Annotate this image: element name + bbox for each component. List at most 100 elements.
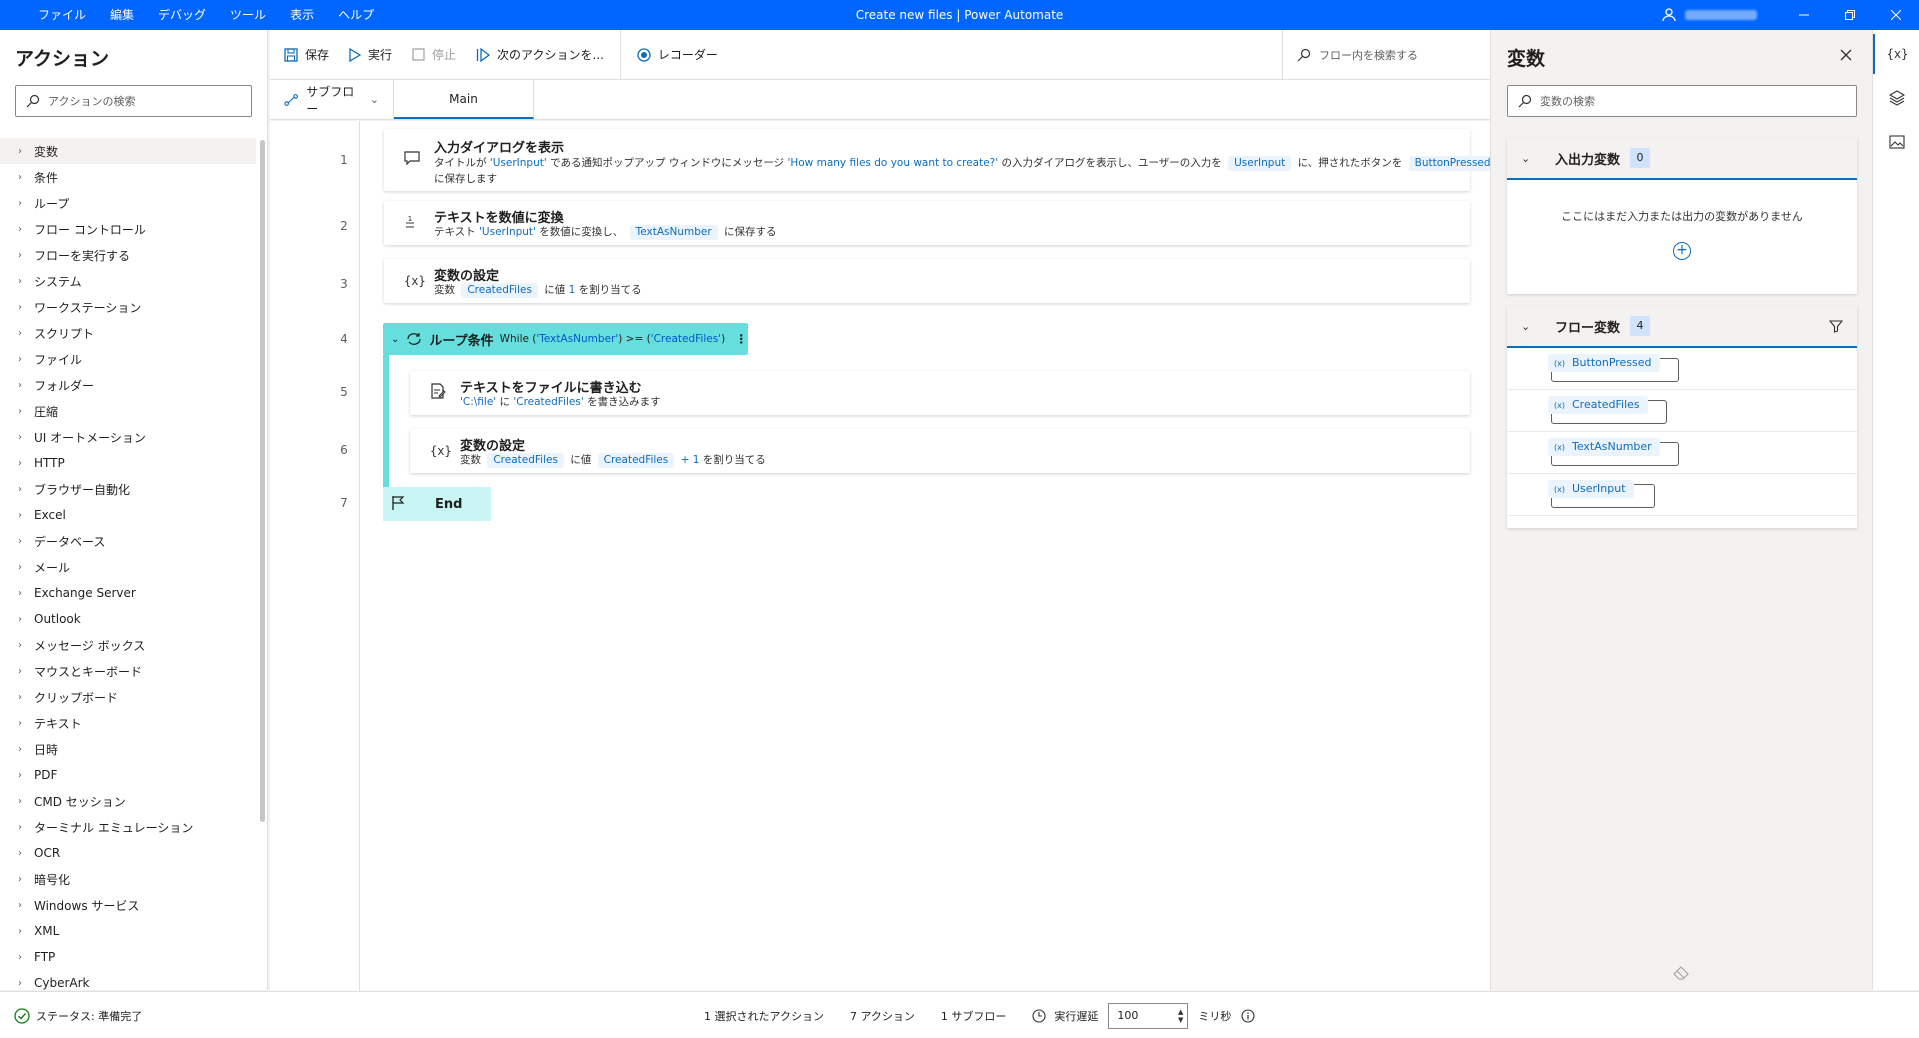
spinner-arrows-icon[interactable]: ▲ ▼: [1178, 1008, 1183, 1024]
number-convert-icon: 1: [404, 213, 416, 233]
action-category-item[interactable]: › データベース: [0, 528, 256, 554]
variable-chip: (x) TextAsNumber: [1548, 438, 1660, 456]
loop-end-block[interactable]: End: [383, 487, 491, 521]
loop-condition-block[interactable]: ⌄ ループ条件 While ('TextAsNumber') >= ('Crea…: [383, 323, 748, 355]
menu-file[interactable]: ファイル: [26, 0, 98, 30]
action-category-label: FTP: [34, 950, 56, 964]
restore-button[interactable]: [1827, 0, 1873, 30]
menu-debug[interactable]: デバッグ: [146, 0, 218, 30]
action-category-item[interactable]: › ファイル: [0, 346, 256, 372]
action-category-item[interactable]: › フォルダー: [0, 372, 256, 398]
action-category-item[interactable]: › Excel: [0, 502, 256, 528]
action-category-item[interactable]: › OCR: [0, 840, 256, 866]
close-window-button[interactable]: [1873, 0, 1919, 30]
subflow-dropdown[interactable]: サブフロー ⌄: [270, 80, 394, 119]
subflow-tabs: サブフロー ⌄ Main: [270, 80, 1490, 120]
action-category-item[interactable]: › システム: [0, 268, 256, 294]
close-variables-button[interactable]: [1840, 46, 1852, 65]
action-category-item[interactable]: › ブラウザー自動化: [0, 476, 256, 502]
flow-variables-header[interactable]: ⌄ フロー変数 4: [1507, 306, 1857, 348]
flow-designer-canvas: 1 2 3 4 5 6 7 入力ダイアログを表示 タイトルが 'UserInpu…: [270, 121, 1497, 991]
variable-pill[interactable]: (x) ButtonPressed: [1548, 354, 1679, 382]
images-strip-button[interactable]: [1873, 122, 1919, 162]
add-io-variable-button[interactable]: +: [1673, 242, 1691, 260]
action-category-item[interactable]: › クリップボード: [0, 684, 256, 710]
action-category-item[interactable]: › PDF: [0, 762, 256, 788]
action-category-item[interactable]: › HTTP: [0, 450, 256, 476]
action-category-item[interactable]: › フローを実行する: [0, 242, 256, 268]
variable-chip: (x) CreatedFiles: [1548, 396, 1648, 414]
flow-variable-row[interactable]: (x) TextAsNumber: [1507, 432, 1857, 474]
action-category-item[interactable]: › 暗号化: [0, 866, 256, 892]
run-delay-input[interactable]: 100 ▲ ▼: [1108, 1002, 1189, 1029]
actions-search-input[interactable]: [48, 94, 251, 108]
variable-chip: CreatedFiles: [597, 453, 675, 468]
menu-tools[interactable]: ツール: [218, 0, 278, 30]
chevron-right-icon: ›: [18, 301, 22, 313]
desc-text: ) >= (: [618, 333, 651, 345]
chevron-right-icon: ›: [18, 405, 22, 417]
recorder-button[interactable]: レコーダー: [627, 30, 728, 79]
variable-chip: CreatedFiles: [487, 453, 564, 468]
action-set-variable[interactable]: {x} 変数の設定 変数 CreatedFiles に値 CreatedFile…: [410, 429, 1470, 473]
variable-pill[interactable]: (x) UserInput: [1548, 480, 1655, 508]
account[interactable]: [1661, 7, 1757, 23]
save-button[interactable]: 保存: [270, 30, 339, 79]
variables-strip-button[interactable]: {x}: [1873, 34, 1919, 74]
actions-scrollbar[interactable]: [260, 140, 265, 822]
action-category-item[interactable]: › メッセージ ボックス: [0, 632, 256, 658]
action-convert-text-to-number[interactable]: 1 テキストを数値に変換 テキスト 'UserInput' を数値に変換し、 T…: [384, 201, 1470, 245]
chevron-down-icon: ⌄: [1521, 319, 1531, 333]
action-category-item[interactable]: › CMD セッション: [0, 788, 256, 814]
flow-variable-row[interactable]: (x) CreatedFiles: [1507, 390, 1857, 432]
action-category-item[interactable]: › マウスとキーボード: [0, 658, 256, 684]
run-button[interactable]: 実行: [339, 30, 402, 79]
chevron-down-icon[interactable]: ⌄: [391, 334, 399, 345]
action-category-item[interactable]: › テキスト: [0, 710, 256, 736]
filter-icon[interactable]: [1829, 319, 1843, 333]
flow-search[interactable]: フロー内を検索する: [1282, 30, 1490, 80]
action-category-item[interactable]: › フロー コントロール: [0, 216, 256, 242]
io-variables-header[interactable]: ⌄ 入出力変数 0: [1507, 138, 1857, 180]
chevron-right-icon: ›: [18, 483, 22, 495]
ui-elements-strip-button[interactable]: [1873, 78, 1919, 118]
flow-variable-row[interactable]: (x) UserInput: [1507, 474, 1857, 516]
actions-search[interactable]: [15, 85, 252, 117]
action-write-text-to-file[interactable]: テキストをファイルに書き込む 'C:\file' に 'CreatedFiles…: [410, 371, 1470, 415]
tab-main[interactable]: Main: [394, 80, 534, 119]
minimize-button[interactable]: [1781, 0, 1827, 30]
action-category-item[interactable]: › 圧縮: [0, 398, 256, 424]
action-category-item[interactable]: › XML: [0, 918, 256, 944]
more-options-icon[interactable]: ⋮: [735, 332, 747, 346]
action-category-item[interactable]: › Outlook: [0, 606, 256, 632]
action-category-item[interactable]: › ワークステーション: [0, 294, 256, 320]
subflow-icon: [284, 93, 298, 106]
action-category-item[interactable]: › Windows サービス: [0, 892, 256, 918]
action-set-variable[interactable]: {x} 変数の設定 変数 CreatedFiles に値 1 を割り当てる: [384, 259, 1470, 303]
menu-edit[interactable]: 編集: [98, 0, 146, 30]
action-category-item[interactable]: › スクリプト: [0, 320, 256, 346]
variables-search[interactable]: [1507, 85, 1857, 117]
action-category-item[interactable]: › ターミナル エミュレーション: [0, 814, 256, 840]
menu-help[interactable]: ヘルプ: [326, 0, 386, 30]
action-category-item[interactable]: › 日時: [0, 736, 256, 762]
action-category-label: 暗号化: [34, 872, 71, 887]
variable-pill[interactable]: (x) CreatedFiles: [1548, 396, 1667, 424]
action-category-item[interactable]: › メール: [0, 554, 256, 580]
variables-search-input[interactable]: [1540, 94, 1856, 108]
action-category-item[interactable]: › FTP: [0, 944, 256, 970]
eraser-icon[interactable]: [1673, 966, 1689, 980]
flow-variable-row[interactable]: (x) ButtonPressed: [1507, 348, 1857, 390]
menu-view[interactable]: 表示: [278, 0, 326, 30]
variable-pill[interactable]: (x) TextAsNumber: [1548, 438, 1679, 466]
action-category-item[interactable]: › UI オートメーション: [0, 424, 256, 450]
action-category-item[interactable]: › Exchange Server: [0, 580, 256, 606]
action-category-item[interactable]: › 変数: [0, 138, 256, 164]
action-category-item[interactable]: › ループ: [0, 190, 256, 216]
chevron-right-icon: ›: [18, 795, 22, 807]
info-icon[interactable]: [1241, 1008, 1255, 1023]
action-display-input-dialog[interactable]: 入力ダイアログを表示 タイトルが 'UserInput' である通知ポップアップ…: [384, 129, 1497, 191]
stop-button[interactable]: 停止: [402, 30, 466, 79]
run-next-action-button[interactable]: 次のアクションを...: [466, 30, 614, 79]
action-category-item[interactable]: › 条件: [0, 164, 256, 190]
